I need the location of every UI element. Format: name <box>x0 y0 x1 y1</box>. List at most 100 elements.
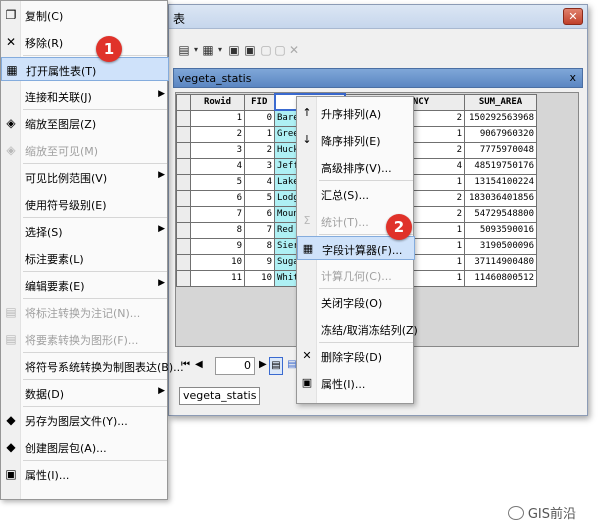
field-menu-item-1[interactable]: ↓ 降序排列(E) <box>297 128 415 152</box>
row-selector[interactable] <box>176 125 191 143</box>
cell-fid[interactable]: 3 <box>244 157 275 175</box>
close-tab-icon[interactable]: x <box>569 71 576 84</box>
properties-icon: ▣ <box>301 376 313 389</box>
menu-item-label: 数据(D) <box>25 388 65 401</box>
layer-context-menu: ❐ 复制(C) ✕ 移除(R) ▦ 打开属性表(T) 连接和关联(J) ▶ ◈ 缩放至图层(Z) ◈… <box>0 0 184 500</box>
cell-fid[interactable]: 9 <box>244 253 275 271</box>
cell-fid[interactable]: 8 <box>244 237 275 255</box>
menu-item-0[interactable]: ❐ 复制(C) <box>1 3 169 27</box>
menu-item-4[interactable]: ◈ 缩放至图层(Z) <box>1 111 169 135</box>
field-menu-item-2[interactable]: 高级排序(V)... <box>297 155 415 179</box>
cell-rowid[interactable]: 4 <box>190 157 245 175</box>
cell-rowid[interactable]: 6 <box>190 189 245 207</box>
copy-icon: ❐ <box>5 8 17 22</box>
menu-item-2[interactable]: ▦ 打开属性表(T) <box>1 57 169 81</box>
field-menu-item-label: 属性(I)... <box>321 378 366 391</box>
cell-sum-area[interactable]: 7775970048 <box>464 141 537 159</box>
menu-item-9[interactable]: 标注要素(L) <box>1 246 169 270</box>
menu-item-11[interactable]: ▤ 将标注转换为注记(N)... <box>1 300 169 324</box>
row-selector[interactable] <box>176 253 191 271</box>
cell-fid[interactable]: 0 <box>244 109 275 127</box>
cell-sum-area[interactable]: 13154100224 <box>464 173 537 191</box>
cell-fid[interactable]: 2 <box>244 141 275 159</box>
previous-record-icon[interactable]: ◀ <box>195 359 203 370</box>
cell-rowid[interactable]: 7 <box>190 205 245 223</box>
cell-sum-area[interactable]: 183036401856 <box>464 189 537 207</box>
record-number-input[interactable]: 0 <box>215 357 255 375</box>
next-record-icon[interactable]: ▶ <box>259 359 267 370</box>
column-header-rowid[interactable]: Rowid <box>190 93 245 111</box>
row-selector[interactable] <box>176 221 191 239</box>
menu-item-5[interactable]: ◈ 缩放至可见(M) <box>1 138 169 162</box>
field-menu-item-10[interactable]: ▣ 属性(I)... <box>297 371 415 395</box>
cell-sum-area[interactable]: 54729548800 <box>464 205 537 223</box>
column-header-sum-area[interactable]: SUM_AREA <box>464 93 537 111</box>
cell-rowid[interactable]: 8 <box>190 221 245 239</box>
bottom-table-tab[interactable]: vegeta_statis <box>179 387 261 405</box>
cell-sum-area[interactable]: 11460800512 <box>464 269 537 287</box>
row-selector[interactable] <box>176 237 191 255</box>
menu-item-6[interactable]: 可见比例范围(V) ▶ <box>1 165 169 189</box>
close-window-button[interactable]: ✕ <box>563 8 583 25</box>
zoom-visible-icon: ◈ <box>6 143 16 157</box>
cell-sum-area[interactable]: 150292563968 <box>464 109 537 127</box>
cell-rowid[interactable]: 10 <box>190 253 245 271</box>
step-badge-2: 2 <box>386 214 412 240</box>
menu-item-7[interactable]: 使用符号级别(E) <box>1 192 169 216</box>
menu-item-14[interactable]: 数据(D) ▶ <box>1 381 169 405</box>
menu-item-label: 移除(R) <box>25 37 64 50</box>
cell-rowid[interactable]: 1 <box>190 109 245 127</box>
menu-item-8[interactable]: 选择(S) ▶ <box>1 219 169 243</box>
cell-rowid[interactable]: 3 <box>190 141 245 159</box>
menu-item-label: 连接和关联(J) <box>25 91 92 104</box>
cell-fid[interactable]: 6 <box>244 205 275 223</box>
row-selector[interactable] <box>176 269 191 287</box>
menu-item-1[interactable]: ✕ 移除(R) <box>1 30 169 54</box>
field-menu-item-label: 升序排列(A) <box>321 108 382 121</box>
cell-sum-area[interactable]: 37114900480 <box>464 253 537 271</box>
cell-sum-area[interactable]: 5093590016 <box>464 221 537 239</box>
table-tab-header[interactable]: vegeta_statis x <box>173 68 583 88</box>
menu-item-13[interactable]: 将符号系统转换为制图表达(B)... <box>1 354 184 378</box>
row-selector[interactable] <box>176 189 191 207</box>
row-selector[interactable] <box>176 173 191 191</box>
cell-rowid[interactable]: 9 <box>190 237 245 255</box>
row-selector[interactable] <box>176 109 191 127</box>
row-selector[interactable] <box>176 205 191 223</box>
cell-rowid[interactable]: 5 <box>190 173 245 191</box>
window-titlebar[interactable]: 表 ✕ <box>169 5 587 29</box>
show-all-records-icon[interactable]: ▤ <box>269 357 283 375</box>
cell-rowid[interactable]: 2 <box>190 125 245 143</box>
field-menu-item-0[interactable]: ↑ 升序排列(A) <box>297 101 415 125</box>
menu-item-16[interactable]: ◆ 创建图层包(A)... <box>1 435 169 459</box>
cell-rowid[interactable]: 11 <box>190 269 245 287</box>
menu-item-3[interactable]: 连接和关联(J) ▶ <box>1 84 169 108</box>
row-selector[interactable] <box>176 141 191 159</box>
cell-fid[interactable]: 7 <box>244 221 275 239</box>
field-menu-item-8[interactable]: 冻结/取消冻结列(Z) <box>297 317 418 341</box>
cell-sum-area[interactable]: 3190500096 <box>464 237 537 255</box>
field-menu-item-6[interactable]: 计算几何(C)... <box>297 263 415 287</box>
cell-fid[interactable]: 10 <box>244 269 275 287</box>
field-menu-item-9[interactable]: ✕ 删除字段(D) <box>297 344 415 368</box>
field-menu-item-label: 冻结/取消冻结列(Z) <box>321 324 418 337</box>
field-menu-item-3[interactable]: 汇总(S)... <box>297 182 415 206</box>
table-toolbar: ▤ ▾ ▦ ▾ ▣ ▣ ▢ ▢ ✕ <box>173 39 473 63</box>
menu-item-spacer <box>4 197 18 211</box>
column-header-fid[interactable]: FID <box>244 93 275 111</box>
delete-icon[interactable]: ✕ <box>285 41 303 59</box>
cell-fid[interactable]: 1 <box>244 125 275 143</box>
cell-sum-area[interactable]: 48519750176 <box>464 157 537 175</box>
menu-item-12[interactable]: ▤ 将要素转换为图形(F)... <box>1 327 169 351</box>
menu-item-15[interactable]: ◆ 另存为图层文件(Y)... <box>1 408 169 432</box>
field-menu-item-7[interactable]: 关闭字段(O) <box>297 290 415 314</box>
menu-item-17[interactable]: ▣ 属性(I)... <box>1 462 169 486</box>
menu-item-10[interactable]: 编辑要素(E) ▶ <box>1 273 169 297</box>
menu-separator <box>23 460 167 461</box>
cell-fid[interactable]: 4 <box>244 173 275 191</box>
row-selector[interactable] <box>176 157 191 175</box>
menu-item-label: 将要素转换为图形(F)... <box>25 334 139 347</box>
cell-sum-area[interactable]: 9067960320 <box>464 125 537 143</box>
cell-fid[interactable]: 5 <box>244 189 275 207</box>
field-menu-item-label: 计算几何(C)... <box>321 270 392 283</box>
